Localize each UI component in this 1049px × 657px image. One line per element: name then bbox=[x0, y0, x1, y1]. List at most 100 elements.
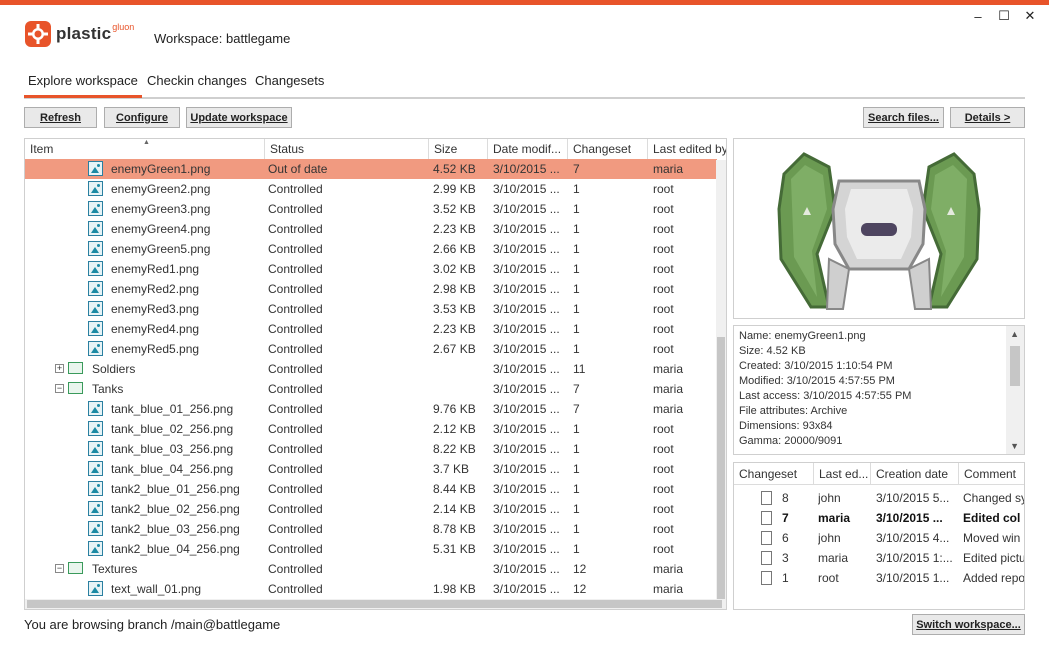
image-file-icon bbox=[88, 261, 103, 276]
scrollbar-thumb[interactable] bbox=[27, 600, 722, 608]
file-row[interactable]: tank_blue_03_256.png Controlled 8.22 KB 3/1… bbox=[25, 439, 717, 459]
update-workspace-button[interactable]: Update workspace bbox=[186, 107, 292, 128]
window-controls: – ☐ ✕ bbox=[965, 6, 1043, 26]
expand-toggle-icon[interactable]: + bbox=[55, 364, 64, 373]
history-changeset: 8 bbox=[782, 491, 789, 505]
expand-toggle-icon[interactable]: − bbox=[55, 384, 64, 393]
file-row[interactable]: enemyGreen5.png Controlled 2.66 KB 3/10/201… bbox=[25, 239, 717, 259]
file-row[interactable]: tank2_blue_03_256.png Controlled 8.78 KB 3/… bbox=[25, 519, 717, 539]
file-row[interactable]: enemyRed1.png Controlled 3.02 KB 3/10/2015 … bbox=[25, 259, 717, 279]
search-files-button[interactable]: Search files... bbox=[863, 107, 944, 128]
column-size[interactable]: Size bbox=[429, 139, 488, 160]
item-date: 3/10/2015 ... bbox=[493, 182, 560, 196]
file-row[interactable]: enemyGreen4.png Controlled 2.23 KB 3/10/201… bbox=[25, 219, 717, 239]
file-row[interactable]: enemyRed4.png Controlled 2.23 KB 3/10/2015 … bbox=[25, 319, 717, 339]
column-status[interactable]: Status bbox=[265, 139, 429, 160]
file-row[interactable]: tank2_blue_01_256.png Controlled 8.44 KB 3/… bbox=[25, 479, 717, 499]
history-column-creation-date[interactable]: Creation date bbox=[871, 463, 959, 485]
tab-changesets[interactable]: Changesets bbox=[251, 72, 328, 95]
history-column-last-edited[interactable]: Last ed... bbox=[814, 463, 871, 485]
configure-button[interactable]: Configure bbox=[104, 107, 180, 128]
item-name: tank_blue_03_256.png bbox=[111, 442, 234, 456]
history-last-edited: john bbox=[818, 531, 841, 545]
folder-row[interactable]: − Tanks Controlled 3/10/2015 ... 7 maria bbox=[25, 379, 717, 399]
file-row[interactable]: enemyGreen1.png Out of date 4.52 KB 3/10/20… bbox=[25, 159, 717, 179]
history-row[interactable]: 6 john 3/10/2015 4... Moved win bbox=[734, 528, 1024, 548]
item-date: 3/10/2015 ... bbox=[493, 502, 560, 516]
scroll-up-icon[interactable]: ▲ bbox=[1010, 329, 1019, 339]
history-changeset: 1 bbox=[782, 571, 789, 585]
scrollbar-thumb[interactable] bbox=[717, 337, 725, 599]
file-row[interactable]: tank_blue_01_256.png Controlled 9.76 KB 3/1… bbox=[25, 399, 717, 419]
item-name: enemyGreen1.png bbox=[111, 162, 211, 176]
switch-workspace-button[interactable]: Switch workspace... bbox=[912, 614, 1025, 635]
expand-toggle-icon[interactable]: − bbox=[55, 564, 64, 573]
history-row[interactable]: 8 john 3/10/2015 5... Changed sy bbox=[734, 488, 1024, 508]
tab-checkin-changes[interactable]: Checkin changes bbox=[143, 72, 251, 95]
changeset-icon bbox=[761, 571, 772, 585]
item-date: 3/10/2015 ... bbox=[493, 522, 560, 536]
history-comment: Moved win bbox=[963, 531, 1021, 545]
item-name: Textures bbox=[92, 562, 138, 576]
item-status: Controlled bbox=[268, 342, 323, 356]
item-last-edited-by: root bbox=[653, 542, 674, 556]
file-row[interactable]: enemyGreen3.png Controlled 3.52 KB 3/10/201… bbox=[25, 199, 717, 219]
history-row[interactable]: 1 root 3/10/2015 1... Added repo bbox=[734, 568, 1025, 588]
scrollbar-thumb[interactable] bbox=[1010, 346, 1020, 386]
item-size: 2.23 KB bbox=[433, 222, 476, 236]
history-comment: Added repo bbox=[963, 571, 1025, 585]
history-column-changeset[interactable]: Changeset bbox=[734, 463, 814, 485]
file-row[interactable]: tank_blue_02_256.png Controlled 2.12 KB 3/1… bbox=[25, 419, 717, 439]
file-row[interactable]: enemyRed3.png Controlled 3.53 KB 3/10/2015 … bbox=[25, 299, 717, 319]
grid-vertical-scrollbar[interactable] bbox=[716, 160, 726, 600]
file-row[interactable]: tank2_blue_04_256.png Controlled 5.31 KB 3/… bbox=[25, 539, 717, 559]
item-name: enemyRed2.png bbox=[111, 282, 200, 296]
history-row[interactable]: 3 maria 3/10/2015 1:... Edited pictu bbox=[734, 548, 1025, 568]
file-row[interactable]: tank_blue_04_256.png Controlled 3.7 KB 3/10… bbox=[25, 459, 717, 479]
workspace-file-grid: Item ▲ Status Size Date modif... Changes… bbox=[24, 138, 727, 610]
folder-row[interactable]: + Soldiers Controlled 3/10/2015 ... 11 maria bbox=[25, 359, 717, 379]
item-changeset: 1 bbox=[573, 282, 580, 296]
history-column-comment[interactable]: Comment bbox=[959, 463, 1024, 485]
item-status: Controlled bbox=[268, 242, 323, 256]
file-row[interactable]: enemyRed2.png Controlled 2.98 KB 3/10/2015 … bbox=[25, 279, 717, 299]
details-button[interactable]: Details > bbox=[950, 107, 1025, 128]
file-row[interactable]: tank2_blue_02_256.png Controlled 2.14 KB 3/… bbox=[25, 499, 717, 519]
scroll-down-icon[interactable]: ▼ bbox=[1010, 441, 1019, 451]
item-status: Controlled bbox=[268, 262, 323, 276]
item-date: 3/10/2015 ... bbox=[493, 322, 560, 336]
file-row[interactable]: text_wall_01.png Controlled 1.98 KB 3/10/20… bbox=[25, 579, 717, 599]
history-row[interactable]: 7 maria 3/10/2015 ... Edited col bbox=[734, 508, 1024, 528]
file-row[interactable]: enemyGreen2.png Controlled 2.99 KB 3/10/201… bbox=[25, 179, 717, 199]
properties-scrollbar[interactable]: ▲ ▼ bbox=[1006, 326, 1024, 454]
history-panel: Changeset Last ed... Creation date Comme… bbox=[733, 462, 1025, 610]
column-changeset[interactable]: Changeset bbox=[568, 139, 648, 160]
minimize-icon[interactable]: – bbox=[965, 6, 991, 26]
file-row[interactable]: enemyRed5.png Controlled 2.67 KB 3/10/2015 … bbox=[25, 339, 717, 359]
item-name: tank2_blue_01_256.png bbox=[111, 482, 240, 496]
item-status: Controlled bbox=[268, 382, 323, 396]
item-name: tank_blue_01_256.png bbox=[111, 402, 234, 416]
item-changeset: 11 bbox=[573, 362, 586, 376]
tab-explore-workspace[interactable]: Explore workspace bbox=[24, 72, 142, 98]
item-changeset: 1 bbox=[573, 182, 580, 196]
history-comment: Edited pictu bbox=[963, 551, 1025, 565]
property-dimensions: Dimensions: 93x84 bbox=[739, 420, 833, 432]
refresh-button[interactable]: Refresh bbox=[24, 107, 97, 128]
item-last-edited-by: maria bbox=[653, 402, 684, 416]
column-last-edited-by[interactable]: Last edited by bbox=[648, 139, 726, 160]
folder-row[interactable]: − Textures Controlled 3/10/2015 ... 12 maria bbox=[25, 559, 717, 579]
changeset-icon bbox=[761, 531, 772, 545]
item-last-edited-by: root bbox=[653, 422, 674, 436]
item-size: 3.53 KB bbox=[433, 302, 476, 316]
item-last-edited-by: maria bbox=[653, 382, 684, 396]
item-status: Controlled bbox=[268, 462, 323, 476]
item-last-edited-by: maria bbox=[653, 362, 684, 376]
close-icon[interactable]: ✕ bbox=[1017, 6, 1043, 26]
grid-horizontal-scrollbar[interactable] bbox=[25, 599, 726, 609]
history-creation-date: 3/10/2015 1... bbox=[876, 571, 950, 585]
column-date-modified[interactable]: Date modif... bbox=[488, 139, 568, 160]
maximize-icon[interactable]: ☐ bbox=[991, 6, 1017, 26]
item-status: Controlled bbox=[268, 302, 323, 316]
item-size: 5.31 KB bbox=[433, 542, 476, 556]
